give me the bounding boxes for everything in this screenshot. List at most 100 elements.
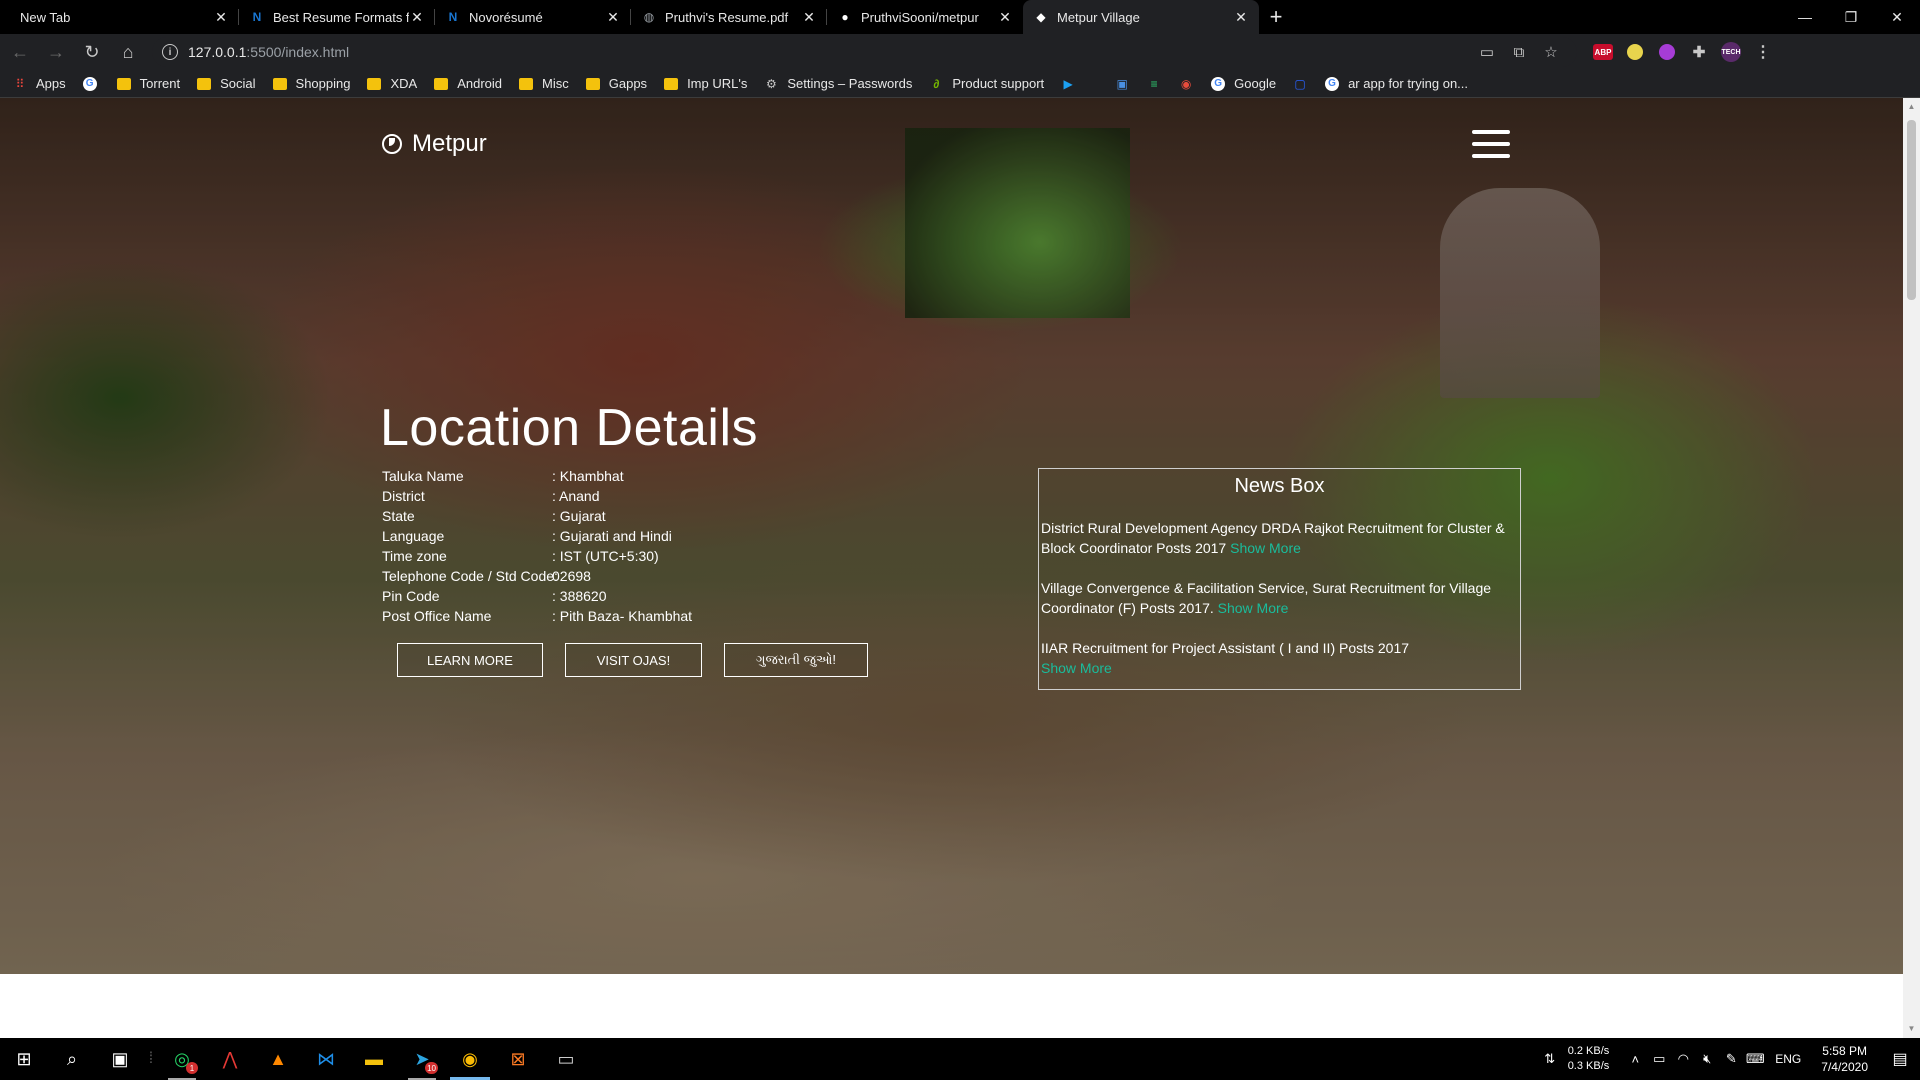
wifi-icon[interactable]: ◠: [1671, 1051, 1695, 1067]
close-tab-icon[interactable]: ✕: [997, 9, 1013, 25]
scroll-up-icon[interactable]: ▲: [1907, 102, 1916, 112]
puzzle-icon[interactable]: ✚: [1683, 40, 1715, 64]
pen-icon[interactable]: ✎: [1719, 1051, 1743, 1067]
tab-resume-pdf[interactable]: ◍ Pruthvi's Resume.pdf ✕: [631, 0, 827, 34]
folder-icon: [272, 76, 288, 92]
menu-kebab-icon[interactable]: ⋮: [1747, 40, 1779, 64]
bookmark-google[interactable]: G: [82, 76, 106, 92]
bookmark-gapps[interactable]: Gapps: [585, 76, 647, 92]
chrome-icon[interactable]: ◉: [446, 1038, 494, 1080]
bookmark-label: Settings – Passwords: [787, 76, 913, 91]
translate-icon[interactable]: ⧉: [1503, 44, 1535, 61]
xampp-icon[interactable]: ⊠: [494, 1038, 542, 1080]
forward-icon[interactable]: →: [40, 36, 72, 68]
close-tab-icon[interactable]: ✕: [1233, 9, 1249, 25]
bookmark-imp-urls[interactable]: Imp URL's: [663, 76, 747, 92]
minimize-icon[interactable]: —: [1782, 0, 1828, 34]
bookmark-label: ar app for trying on...: [1348, 76, 1469, 91]
visit-ojas-button[interactable]: VISIT OJAS!: [565, 643, 702, 677]
bookmark-xda[interactable]: XDA: [366, 76, 417, 92]
chevron-up-icon[interactable]: ˄: [1623, 1052, 1647, 1067]
page-scrollbar[interactable]: ▲ ▼: [1903, 98, 1920, 1038]
bookmark-apps[interactable]: ⠿ Apps: [12, 76, 66, 92]
bookmark-torrent[interactable]: Torrent: [116, 76, 180, 92]
bookmark-product-support[interactable]: ∂ Product support: [928, 76, 1044, 92]
page-title: Location Details: [380, 399, 758, 457]
google-icon: G: [1210, 76, 1226, 92]
predator-sense-icon[interactable]: ⋀: [206, 1038, 254, 1080]
show-more-link[interactable]: Show More: [1230, 540, 1301, 556]
system-tray: ⇅ 0.2 KB/s 0.3 KB/s ˄ ▭ ◠ 🔇︎ ✎ ⌨ ENG 5:5…: [1538, 1043, 1920, 1075]
bookmark-ext-4[interactable]: ▢: [1292, 76, 1316, 92]
bookmark-shopping[interactable]: Shopping: [272, 76, 351, 92]
back-icon[interactable]: ←: [4, 36, 36, 68]
site-brand[interactable]: Metpur: [382, 130, 487, 158]
windows-start-icon[interactable]: ⊞: [0, 1038, 48, 1080]
show-more-link[interactable]: Show More: [1218, 600, 1289, 616]
home-icon[interactable]: ⌂: [112, 36, 144, 68]
hamburger-menu-icon[interactable]: [1472, 130, 1510, 158]
keyboard-icon[interactable]: ⌨: [1743, 1051, 1767, 1067]
extension-purple-icon[interactable]: [1659, 44, 1675, 60]
tab-best-resume[interactable]: N Best Resume Formats for 2020 [3 ✕: [239, 0, 435, 34]
bookmark-blue-icon: ▣: [1116, 76, 1128, 91]
adblock-plus-icon[interactable]: ABP: [1593, 44, 1613, 60]
new-tab-button[interactable]: +: [1259, 0, 1293, 34]
metpur-icon: ◆: [1036, 10, 1046, 24]
terminal-icon[interactable]: ▭: [542, 1038, 590, 1080]
reload-icon[interactable]: ↻: [76, 36, 108, 68]
action-center-icon[interactable]: ▤: [1880, 1049, 1920, 1069]
close-tab-icon[interactable]: ✕: [801, 9, 817, 25]
bookmark-label: Shopping: [295, 76, 351, 91]
tab-title: Novorésumé: [469, 9, 543, 25]
tab-github[interactable]: ● PruthviSooni/metpur ✕: [827, 0, 1023, 34]
close-window-icon[interactable]: ✕: [1874, 0, 1920, 34]
extension-yellow-icon[interactable]: [1627, 44, 1643, 60]
bookmark-ext-3[interactable]: ◉: [1178, 76, 1202, 92]
info-icon[interactable]: i: [162, 44, 178, 60]
task-view-icon[interactable]: ▣: [96, 1038, 144, 1080]
cast-icon[interactable]: ▭: [1471, 43, 1503, 61]
volume-muted-icon[interactable]: 🔇︎: [1695, 1051, 1719, 1067]
telegram-icon[interactable]: ➤ 10: [398, 1038, 446, 1080]
star-icon[interactable]: ☆: [1535, 43, 1567, 61]
hero-section: Metpur Location Details Taluka Name: Kha…: [0, 98, 1903, 974]
bookmark-ext-1[interactable]: ▣: [1114, 76, 1138, 92]
bookmark-ar-app[interactable]: Gar app for trying on...: [1324, 76, 1468, 92]
learn-more-button[interactable]: LEARN MORE: [397, 643, 543, 677]
bookmark-settings-passwords[interactable]: ⚙ Settings – Passwords: [763, 76, 912, 92]
tab-new-tab[interactable]: New Tab ✕: [0, 0, 239, 34]
tab-title: New Tab: [20, 9, 71, 25]
restore-icon[interactable]: ❐: [1828, 0, 1874, 34]
close-tab-icon[interactable]: ✕: [213, 9, 229, 25]
vlc-icon[interactable]: ▲: [254, 1038, 302, 1080]
scrollbar-thumb[interactable]: [1907, 120, 1916, 300]
bookmark-misc[interactable]: Misc: [518, 76, 569, 92]
clock[interactable]: 5:58 PM 7/4/2020: [1821, 1043, 1868, 1075]
tab-novoresume[interactable]: N Novorésumé ✕: [435, 0, 631, 34]
gujarati-view-button[interactable]: ગુજરાતી જુઓ!: [724, 643, 868, 677]
news-item: IIAR Recruitment for Project Assistant (…: [1039, 638, 1520, 678]
google-icon: G: [82, 76, 98, 92]
bookmark-android[interactable]: Android: [433, 76, 502, 92]
search-icon[interactable]: ⌕: [48, 1038, 96, 1080]
detail-row: District: Anand: [382, 486, 692, 506]
bookmark-social[interactable]: Social: [196, 76, 256, 92]
vscode-icon[interactable]: ⋈: [302, 1038, 350, 1080]
detail-value: : Khambhat: [552, 468, 624, 484]
close-tab-icon[interactable]: ✕: [409, 9, 425, 25]
scroll-down-icon[interactable]: ▼: [1907, 1024, 1916, 1034]
file-explorer-icon[interactable]: ▬: [350, 1038, 398, 1080]
bookmark-play[interactable]: ▶: [1060, 76, 1084, 92]
show-more-link[interactable]: Show More: [1041, 660, 1112, 676]
bookmark-ext-2[interactable]: ≡: [1146, 76, 1170, 92]
profile-avatar-icon[interactable]: TECH: [1721, 42, 1741, 62]
address-bar[interactable]: i 127.0.0.1:5500/index.html ▭ ⧉ ☆: [152, 37, 1577, 67]
language-indicator[interactable]: ENG: [1775, 1052, 1801, 1066]
bookmark-google-2[interactable]: G Google: [1210, 76, 1276, 92]
battery-icon[interactable]: ▭: [1647, 1051, 1671, 1067]
tab-metpur-village[interactable]: ◆ Metpur Village ✕: [1023, 0, 1259, 34]
detail-row: Taluka Name: Khambhat: [382, 466, 692, 486]
close-tab-icon[interactable]: ✕: [605, 9, 621, 25]
whatsapp-icon[interactable]: ◎ 1: [158, 1038, 206, 1080]
